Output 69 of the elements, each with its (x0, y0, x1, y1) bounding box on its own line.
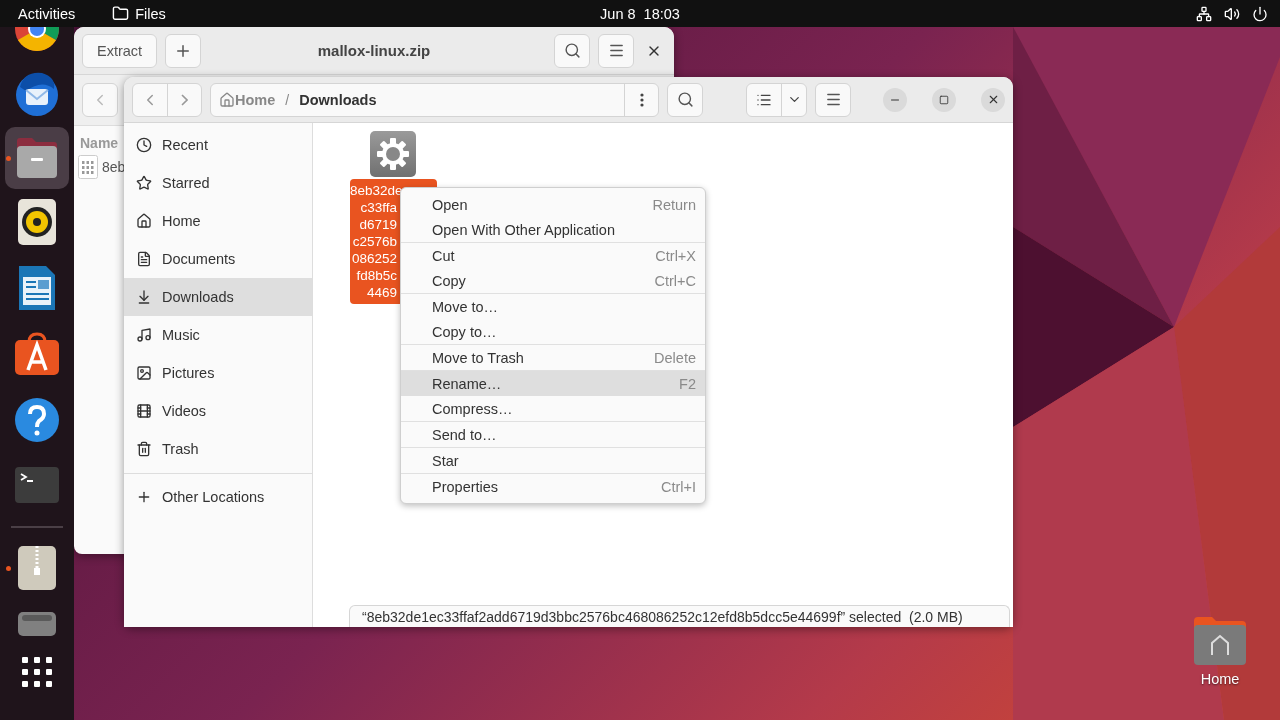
add-button[interactable] (165, 33, 202, 68)
path-crumb[interactable]: Downloads (299, 91, 377, 108)
downloads-icon (136, 289, 152, 305)
sidebar-item[interactable]: Home (124, 202, 312, 240)
app-menu[interactable]: Files (135, 5, 166, 22)
documents-icon (136, 251, 152, 267)
sidebar-item[interactable]: Music (124, 316, 312, 354)
folder-icon[interactable] (14, 137, 60, 179)
pictures-icon (136, 365, 152, 381)
clock[interactable]: Jun 8 18:03 (600, 5, 680, 22)
binary-file-icon (78, 155, 98, 179)
menu-button[interactable] (815, 82, 851, 117)
kebab-icon (639, 92, 644, 107)
plus-icon (136, 489, 152, 505)
drive-icon[interactable] (18, 612, 56, 636)
home-icon (219, 91, 235, 108)
menu-item[interactable]: Copy to… (401, 319, 705, 344)
sidebar-item[interactable]: Documents (124, 240, 312, 278)
activities-button[interactable]: Activities (18, 5, 76, 22)
search-button[interactable] (667, 82, 703, 117)
videos-icon (136, 403, 152, 419)
home-folder-icon[interactable] (1192, 615, 1248, 665)
close-button[interactable] (981, 87, 1005, 112)
menu-item[interactable]: Star (401, 448, 705, 473)
sidebar-item[interactable]: Trash (124, 430, 312, 468)
network-icon[interactable] (1196, 5, 1212, 22)
home-icon (136, 213, 152, 229)
sidebar-item[interactable]: Recent (124, 126, 312, 164)
document-icon[interactable] (18, 265, 56, 311)
menu-button[interactable] (598, 33, 634, 68)
search-icon (676, 91, 694, 108)
menu-icon (824, 91, 842, 108)
sidebar-item[interactable]: Videos (124, 392, 312, 430)
status-bar: “8eb32de1ec33ffaf2add6719d3bbc2576bc468086252c12efd8b5dcc5e44699f” selected (2.0 MB) (349, 605, 1010, 627)
menu-item[interactable]: Properties Ctrl+I (401, 474, 705, 499)
help-icon[interactable] (14, 397, 60, 443)
recent-icon (136, 137, 152, 153)
file-name[interactable]: 8eb (102, 159, 126, 175)
terminal-icon[interactable] (15, 467, 59, 503)
search-button[interactable] (554, 33, 590, 68)
sidebar-item[interactable]: Downloads (124, 278, 312, 316)
path-separator: / (285, 91, 290, 108)
sidebar-item[interactable]: Starred (124, 164, 312, 202)
maximize-button[interactable] (932, 87, 956, 112)
extract-button[interactable]: Extract (82, 33, 158, 68)
menu-item[interactable]: Rename… F2 (401, 371, 705, 396)
minimize-button[interactable] (883, 87, 907, 112)
menu-item[interactable]: Send to… (401, 422, 705, 447)
music-icon (136, 327, 152, 343)
sidebar-item[interactable]: Pictures (124, 354, 312, 392)
speaker-icon[interactable] (18, 199, 56, 245)
search-icon (563, 42, 581, 59)
apps-grid-icon[interactable] (22, 657, 52, 687)
desktop-icon-label[interactable]: Home (1200, 671, 1240, 687)
chevron-right-icon (181, 93, 188, 106)
menu-icon (607, 42, 625, 59)
maximize-icon (939, 94, 949, 105)
power-icon[interactable] (1252, 5, 1268, 22)
trash-icon (136, 441, 152, 457)
shopping-bag-icon[interactable] (14, 332, 60, 376)
dock-item[interactable] (5, 127, 69, 189)
window-title: mallox-linux.zip (317, 42, 431, 59)
volume-icon[interactable] (1224, 5, 1240, 22)
sidebar-item[interactable]: Other Locations (124, 478, 312, 516)
executable-file-icon[interactable] (370, 131, 416, 177)
menu-item[interactable]: Compress… (401, 396, 705, 421)
starred-icon (136, 175, 152, 191)
folder-icon (112, 5, 130, 22)
menu-item[interactable]: Move to Trash Delete (401, 345, 705, 370)
